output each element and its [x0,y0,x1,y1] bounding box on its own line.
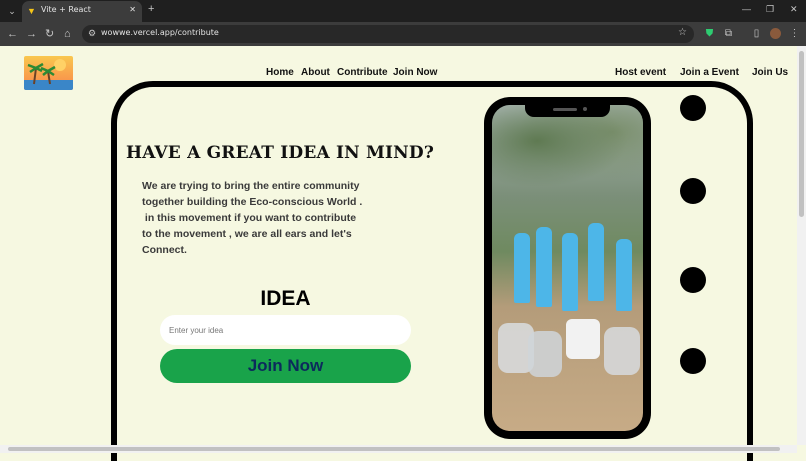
window-close-icon[interactable]: ✕ [790,4,798,15]
idea-heading: IDEA [260,287,311,310]
address-toolbar: ← → ↻ ⌂ ⚙ wowwe.vercel.app/contribute ☆ … [0,22,806,46]
description-line: We are trying to bring the entire commun… [142,180,360,192]
nav-about[interactable]: About [301,67,330,78]
address-bar[interactable]: ⚙ wowwe.vercel.app/contribute ☆ [82,25,694,43]
reload-icon[interactable]: ↻ [45,27,54,41]
shield-extension-icon[interactable]: ⛊ [704,28,715,39]
description-line: to the movement , we are all ears and le… [142,228,352,240]
decorative-dot [680,267,706,293]
vertical-scrollbar[interactable] [797,46,806,445]
description-line: together building the Eco-conscious Worl… [142,196,363,208]
forward-icon[interactable]: → [26,27,37,41]
scroll-thumb[interactable] [799,51,804,217]
back-icon[interactable]: ← [7,27,18,41]
restore-icon[interactable]: ❐ [766,4,774,15]
page-headline: HAVE A GREAT IDEA IN MIND? [126,143,435,163]
camera-icon [583,107,587,111]
join-now-button[interactable]: Join Now [160,349,411,383]
close-tab-icon[interactable]: ✕ [129,5,136,14]
nav-join-now[interactable]: Join Now [393,67,437,78]
url-text[interactable]: wowwe.vercel.app/contribute [101,28,219,37]
speaker-icon [553,108,577,111]
tab-title: Vite + React [41,5,91,14]
nav-contribute[interactable]: Contribute [337,67,388,78]
browser-tab-strip: ⌄ ▼ Vite + React ✕ + — ❐ ✕ [0,0,806,22]
description-line: in this movement if you want to contribu… [142,212,357,224]
nav-join-us[interactable]: Join Us [752,67,788,78]
site-logo[interactable] [24,56,73,90]
new-tab-icon[interactable]: + [148,3,154,15]
side-panel-icon[interactable]: ▯ [751,28,762,39]
menu-icon[interactable]: ⋮ [789,28,800,39]
decorative-dot [680,348,706,374]
horizontal-scroll-thumb[interactable] [8,447,780,451]
profile-avatar[interactable] [770,28,781,39]
home-icon[interactable]: ⌂ [64,27,71,41]
phone-mockup [484,97,651,439]
nav-join-a-event[interactable]: Join a Event [680,67,739,78]
nav-host-event[interactable]: Host event [615,67,666,78]
palm-trees-logo-icon [24,59,73,90]
description-line: Connect. [142,244,187,256]
content-frame [111,81,753,461]
nav-home[interactable]: Home [266,67,294,78]
site-info-icon[interactable]: ⚙ [88,28,96,39]
browser-tab[interactable]: ▼ Vite + React ✕ [22,1,142,22]
community-photo [492,105,643,431]
vite-favicon-icon: ▼ [27,6,36,16]
decorative-dot [680,178,706,204]
idea-input[interactable] [160,315,411,345]
horizontal-scrollbar[interactable] [0,445,797,453]
phone-notch [525,105,610,117]
hero-description: We are trying to bring the entire commun… [142,178,402,258]
extensions-icon[interactable]: ⧉ [723,28,734,39]
tab-search-icon[interactable]: ⌄ [4,3,20,19]
minimize-icon[interactable]: — [742,4,751,14]
decorative-dot [680,95,706,121]
bookmark-star-icon[interactable]: ☆ [678,27,687,38]
